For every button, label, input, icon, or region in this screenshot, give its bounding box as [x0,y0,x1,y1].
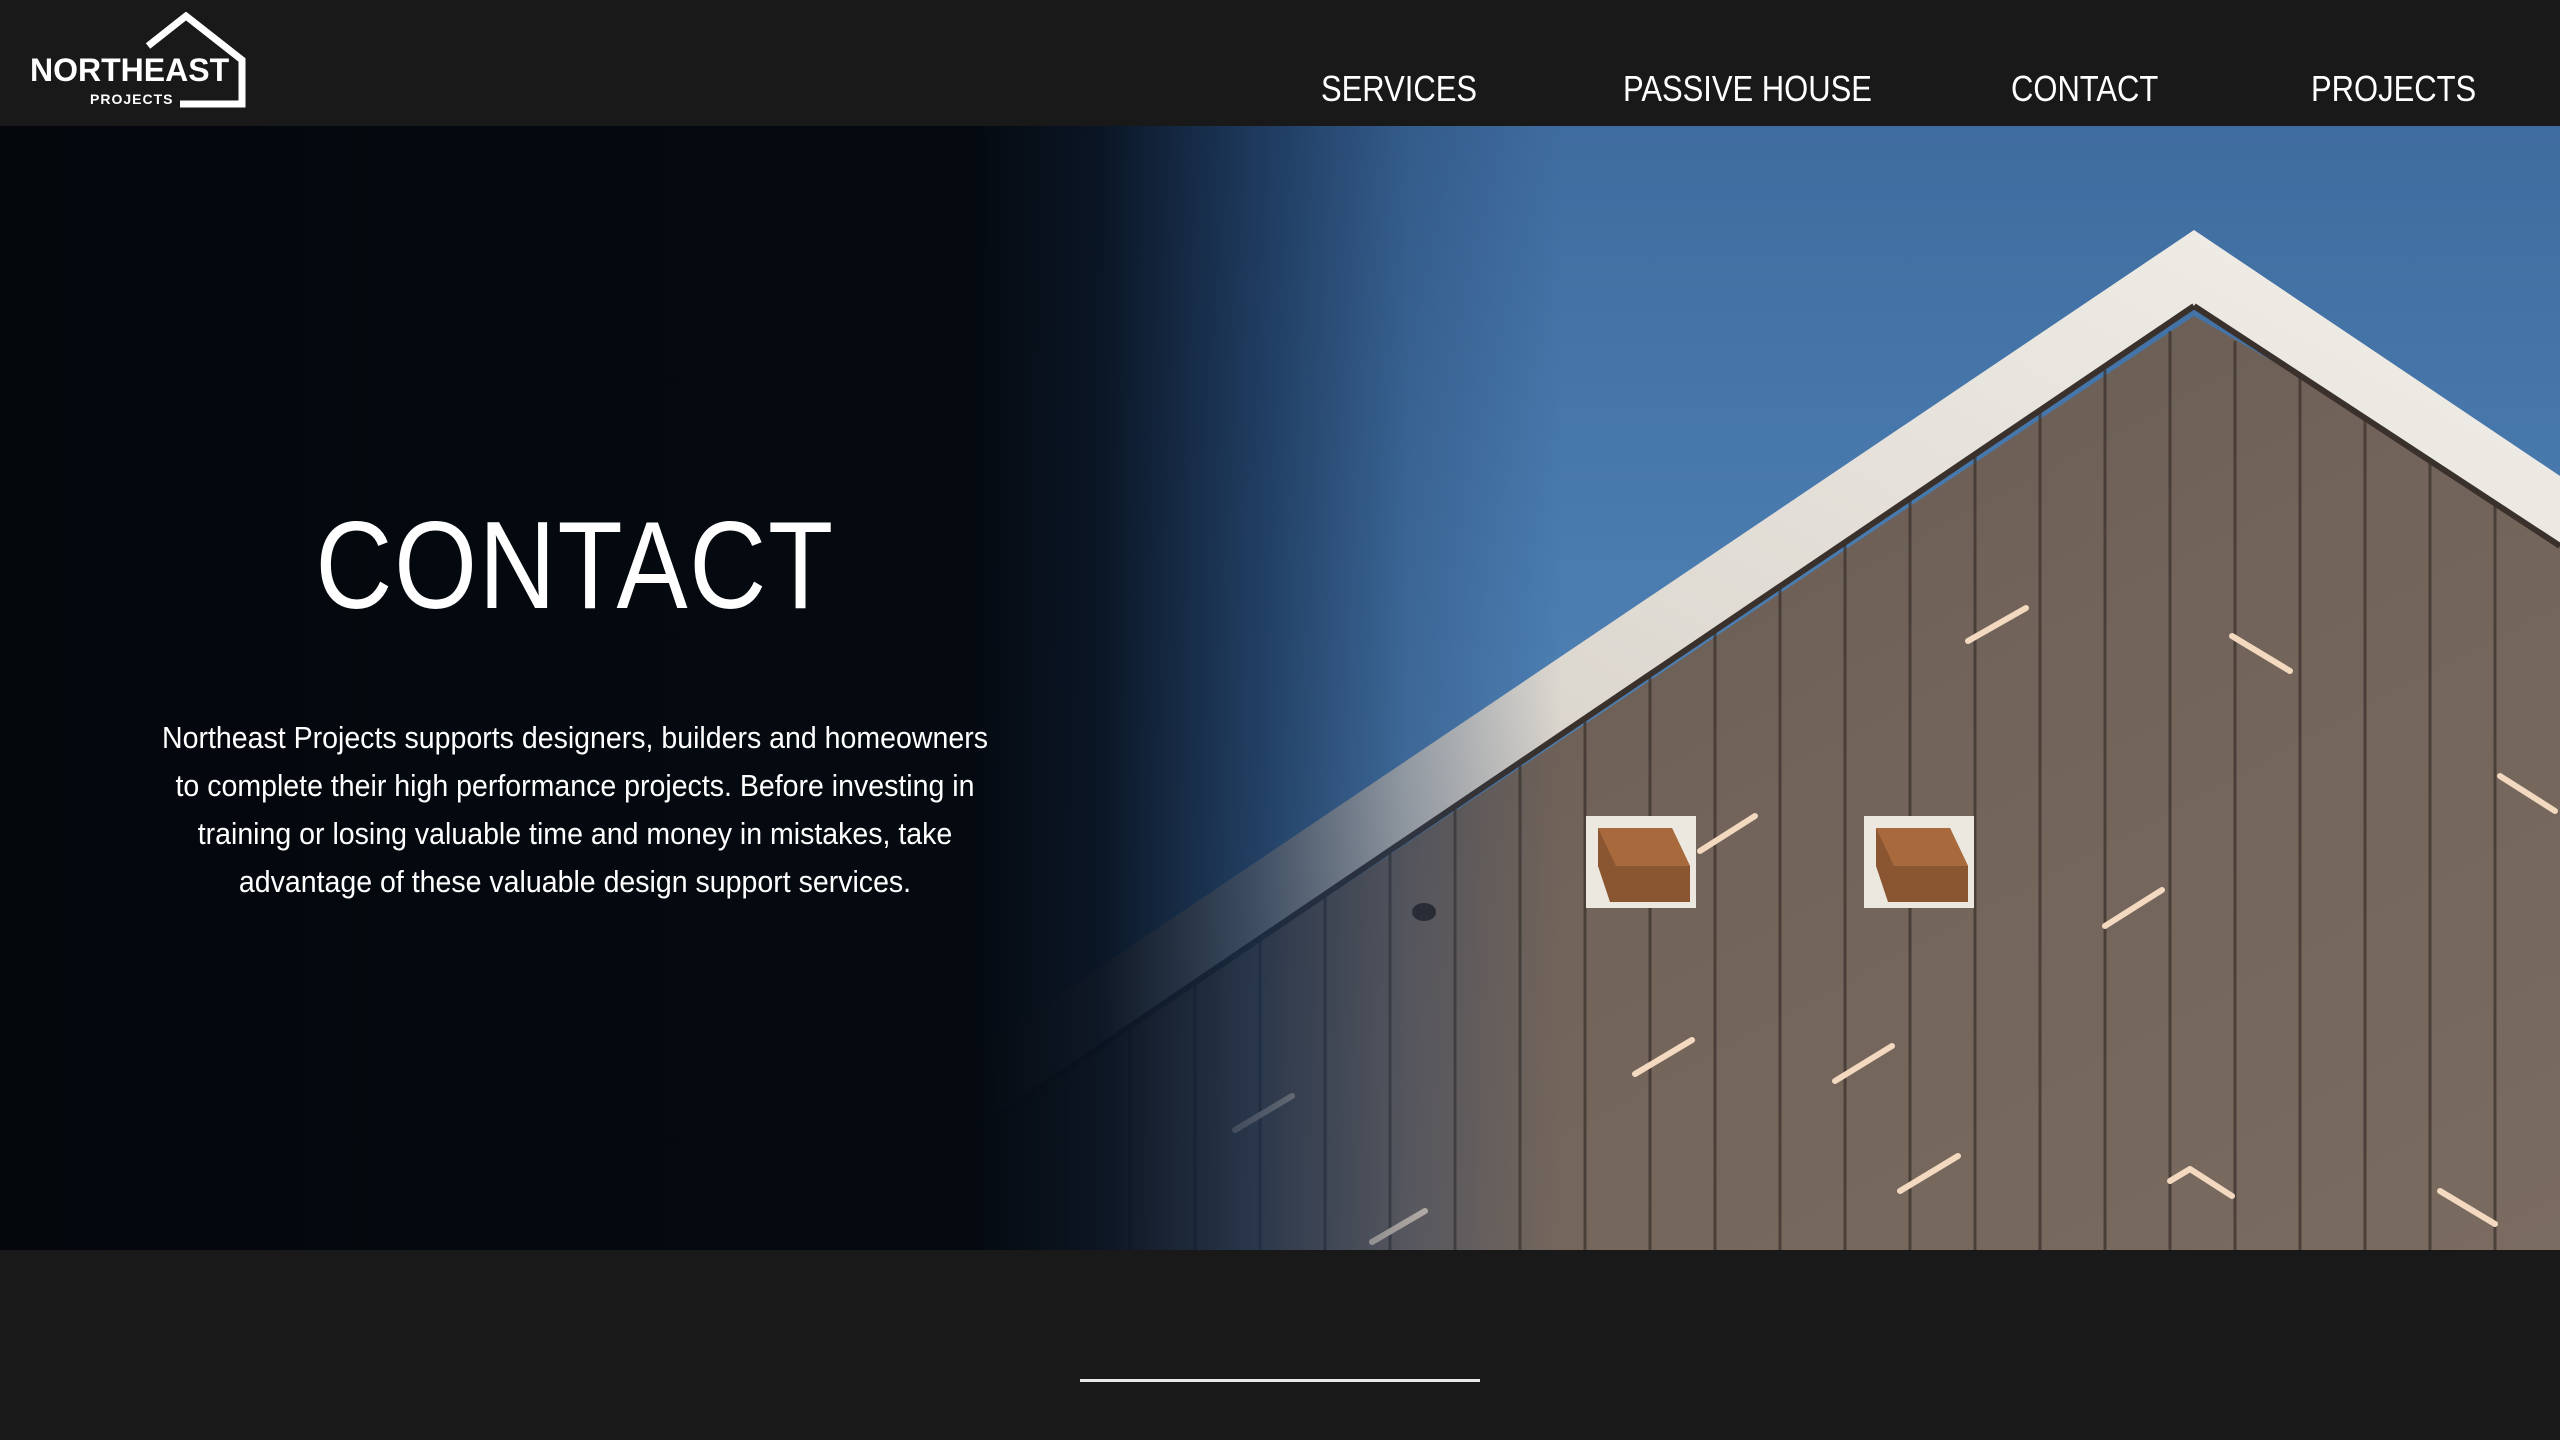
nav-passive-house[interactable]: PASSIVE HOUSE [1623,68,1872,110]
site-header: NORTHEAST PROJECTS SERVICES PASSIVE HOUS… [0,0,2560,126]
page-title: CONTACT [315,497,835,635]
logo-wordmark: NORTHEAST [30,52,230,88]
hero-banner: CONTACT Northeast Projects supports desi… [0,126,2560,1250]
nav-contact[interactable]: CONTACT [2011,68,2158,110]
nav-services[interactable]: SERVICES [1321,68,1477,110]
section-divider [1080,1379,1480,1382]
hero-gradient-overlay [0,126,2560,1250]
logo-subtitle: PROJECTS [90,91,174,107]
site-logo[interactable]: NORTHEAST PROJECTS [30,12,250,112]
hero-description: Northeast Projects supports designers, b… [162,720,988,899]
nav-projects[interactable]: PROJECTS [2311,68,2476,110]
